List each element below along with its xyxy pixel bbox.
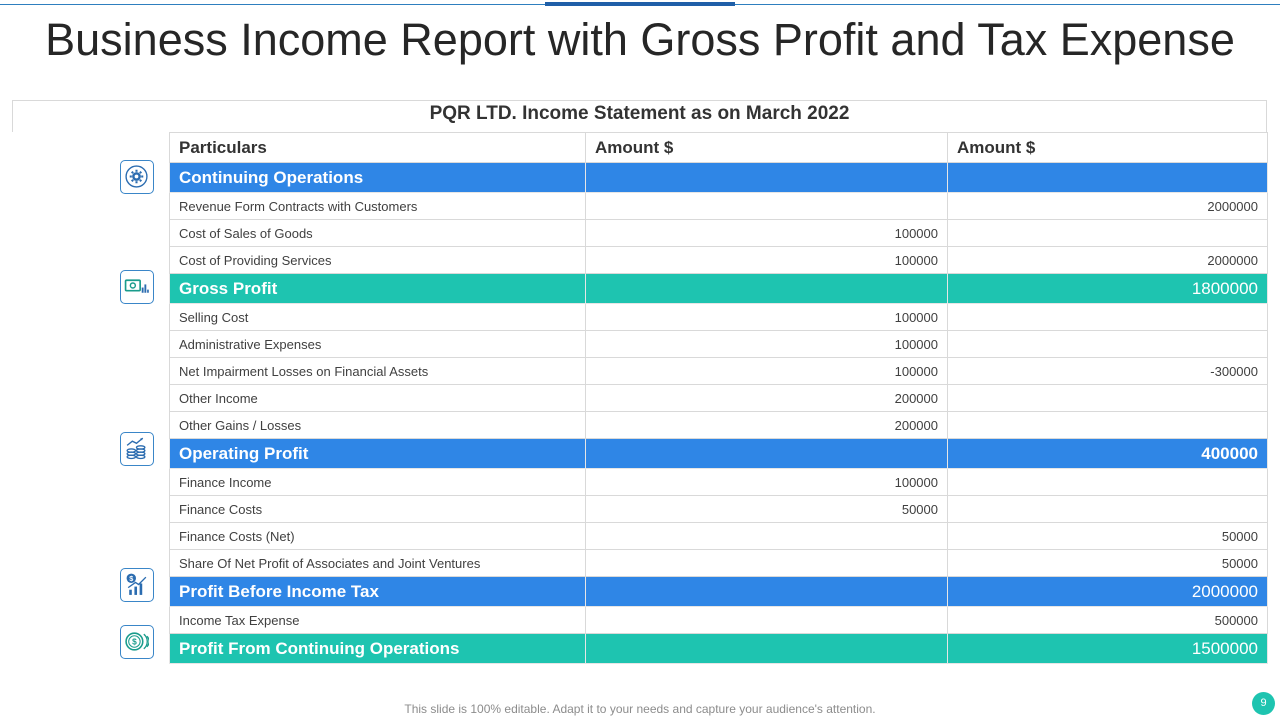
row-amount-1: [585, 438, 948, 469]
coins-growth-icon: [120, 432, 154, 466]
row-label: Cost of Providing Services: [169, 246, 586, 274]
page-number-badge: 9: [1252, 692, 1275, 715]
statement-title: PQR LTD. Income Statement as on March 20…: [429, 103, 850, 124]
row-amount-2: [947, 162, 1268, 193]
row-amount-1: 50000: [585, 495, 948, 523]
table-row: Finance Costs 50000: [169, 495, 1268, 523]
row-amount-1: 100000: [585, 357, 948, 385]
row-amount-2: 50000: [947, 549, 1268, 577]
row-amount-2: 1500000: [947, 633, 1268, 664]
row-amount-1: [585, 162, 948, 193]
table-row: Net Impairment Losses on Financial Asset…: [169, 357, 1268, 385]
row-label: Finance Costs: [169, 495, 586, 523]
row-amount-2: 2000000: [947, 246, 1268, 274]
row-label: Administrative Expenses: [169, 330, 586, 358]
row-amount-2: [947, 330, 1268, 358]
table-row: Finance Costs (Net) 50000: [169, 522, 1268, 550]
row-amount-2: [947, 384, 1268, 412]
table-row: Income Tax Expense 500000: [169, 606, 1268, 634]
row-amount-1: [585, 576, 948, 607]
svg-text:$: $: [132, 637, 137, 647]
row-amount-2: 400000: [947, 438, 1268, 469]
header-particulars: Particulars: [169, 132, 586, 163]
header-amount-1: Amount $: [585, 132, 948, 163]
coin-icon: $: [120, 625, 154, 659]
table-row: Other Income 200000: [169, 384, 1268, 412]
row-amount-1: 100000: [585, 303, 948, 331]
row-amount-2: 50000: [947, 522, 1268, 550]
statement-frame-top: [12, 100, 1267, 101]
row-amount-1: [585, 522, 948, 550]
row-amount-1: [585, 606, 948, 634]
row-label: Other Gains / Losses: [169, 411, 586, 439]
footer-note: This slide is 100% editable. Adapt it to…: [404, 702, 876, 716]
row-amount-2: [947, 303, 1268, 331]
table-row: Selling Cost 100000: [169, 303, 1268, 331]
dollar-chart-icon: $: [120, 568, 154, 602]
row-label: Share Of Net Profit of Associates and Jo…: [169, 549, 586, 577]
row-amount-1: [585, 192, 948, 220]
table-row: Finance Income 100000: [169, 468, 1268, 496]
row-amount-1: 100000: [585, 468, 948, 496]
row-amount-2: [947, 495, 1268, 523]
row-amount-2: 1800000: [947, 273, 1268, 304]
row-label: Net Impairment Losses on Financial Asset…: [169, 357, 586, 385]
top-accent-bar: [545, 2, 735, 6]
row-amount-2: 500000: [947, 606, 1268, 634]
row-label: Other Income: [169, 384, 586, 412]
table-row: Share Of Net Profit of Associates and Jo…: [169, 549, 1268, 577]
row-amount-1: [585, 549, 948, 577]
row-amount-1: 200000: [585, 411, 948, 439]
row-amount-2: [947, 468, 1268, 496]
row-label: Operating Profit: [169, 438, 586, 469]
row-label: Income Tax Expense: [169, 606, 586, 634]
row-amount-2: [947, 219, 1268, 247]
svg-text:$: $: [129, 574, 133, 583]
row-amount-1: [585, 633, 948, 664]
row-amount-1: 100000: [585, 246, 948, 274]
table-row: Cost of Providing Services 100000 2000000: [169, 246, 1268, 274]
table-header-row: Particulars Amount $ Amount $: [169, 132, 1268, 163]
row-amount-2: [947, 411, 1268, 439]
income-statement-table: Particulars Amount $ Amount $ Continuing…: [169, 132, 1268, 664]
row-amount-2: 2000000: [947, 576, 1268, 607]
header-amount-2: Amount $: [947, 132, 1268, 163]
row-amount-2: 2000000: [947, 192, 1268, 220]
table-row: Other Gains / Losses 200000: [169, 411, 1268, 439]
row-label: Profit From Continuing Operations: [169, 633, 586, 664]
table-row: Administrative Expenses 100000: [169, 330, 1268, 358]
row-label: Continuing Operations: [169, 162, 586, 193]
section-row: Gross Profit 1800000: [169, 273, 1268, 304]
row-amount-2: -300000: [947, 357, 1268, 385]
row-label: Profit Before Income Tax: [169, 576, 586, 607]
section-row: Profit Before Income Tax 2000000: [169, 576, 1268, 607]
row-amount-1: 100000: [585, 219, 948, 247]
row-amount-1: [585, 273, 948, 304]
row-label: Revenue Form Contracts with Customers: [169, 192, 586, 220]
row-label: Finance Income: [169, 468, 586, 496]
page-title: Business Income Report with Gross Profit…: [45, 14, 1235, 65]
row-label: Finance Costs (Net): [169, 522, 586, 550]
table-row: Cost of Sales of Goods 100000: [169, 219, 1268, 247]
row-amount-1: 100000: [585, 330, 948, 358]
section-row: Operating Profit 400000: [169, 438, 1268, 469]
cash-icon: [120, 270, 154, 304]
table-row: Revenue Form Contracts with Customers 200…: [169, 192, 1268, 220]
row-label: Selling Cost: [169, 303, 586, 331]
section-row: Profit From Continuing Operations 1500000: [169, 633, 1268, 664]
row-amount-1: 200000: [585, 384, 948, 412]
gear-icon: [120, 160, 154, 194]
section-row: Continuing Operations: [169, 162, 1268, 193]
row-label: Gross Profit: [169, 273, 586, 304]
row-label: Cost of Sales of Goods: [169, 219, 586, 247]
